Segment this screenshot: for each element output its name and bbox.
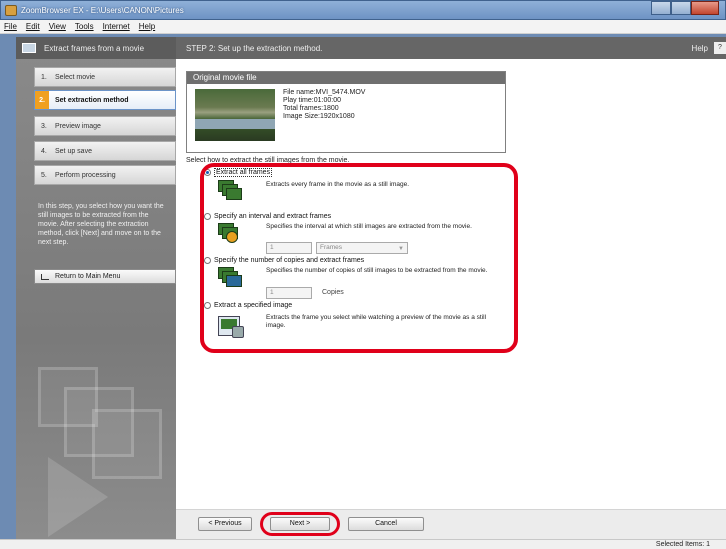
- step-preview-image[interactable]: 3. Preview image: [34, 116, 176, 136]
- main-content: STEP 2: Set up the extraction method. He…: [176, 37, 726, 539]
- step-label: Preview image: [55, 122, 101, 130]
- step-number: 3.: [41, 122, 47, 130]
- menu-help[interactable]: Help: [139, 22, 155, 31]
- return-to-main-menu-button[interactable]: Return to Main Menu: [34, 269, 176, 284]
- movie-image-size: Image Size:1920x1080: [283, 113, 355, 120]
- selected-items-status: Selected Items: 1: [655, 541, 710, 548]
- step-header: STEP 2: Set up the extraction method. He…: [176, 37, 726, 59]
- return-arrow-icon: [41, 273, 49, 280]
- menu-tools[interactable]: Tools: [75, 22, 94, 31]
- step-title: STEP 2: Set up the extraction method.: [186, 43, 323, 53]
- movie-total-frames: Total frames:1800: [283, 105, 339, 112]
- help-button[interactable]: ?: [714, 42, 726, 54]
- steps-panel: Extract frames from a movie 1. Select mo…: [16, 37, 176, 539]
- steps-header-title: Extract frames from a movie: [44, 43, 145, 53]
- steps-header: Extract frames from a movie: [16, 37, 176, 59]
- previous-button[interactable]: < Previous: [198, 517, 252, 531]
- cancel-button[interactable]: Cancel: [348, 517, 424, 531]
- step-select-movie[interactable]: 1. Select movie: [34, 67, 176, 87]
- movie-file-name: File name:MVI_5474.MOV: [283, 89, 366, 96]
- step-description: In this step, you select how you want th…: [38, 203, 164, 246]
- movie-play-time: Play time:01:00:00: [283, 97, 341, 104]
- step-label: Set extraction method: [55, 96, 129, 104]
- movie-box-title: Original movie file: [187, 72, 505, 84]
- menu-edit[interactable]: Edit: [26, 22, 40, 31]
- step-label: Select movie: [55, 73, 96, 81]
- step-perform-processing[interactable]: 5. Perform processing: [34, 165, 176, 185]
- step-number: 4.: [41, 147, 47, 155]
- decorative-arrow: [48, 457, 108, 537]
- movie-thumbnail: [195, 89, 275, 141]
- step-number: 5.: [41, 171, 47, 179]
- maximize-button[interactable]: [671, 1, 691, 15]
- step-set-extraction-method[interactable]: 2. Set extraction method: [34, 90, 176, 110]
- step-label: Perform processing: [55, 171, 116, 179]
- return-button-label: Return to Main Menu: [55, 273, 121, 280]
- original-movie-box: Original movie file File name:MVI_5474.M…: [186, 71, 506, 153]
- step-label: Set up save: [55, 147, 92, 155]
- menu-file[interactable]: File: [4, 22, 17, 31]
- step-set-up-save[interactable]: 4. Set up save: [34, 141, 176, 161]
- minimize-button[interactable]: [651, 1, 671, 15]
- help-link[interactable]: Help: [692, 44, 708, 53]
- status-bar: Selected Items: 1: [0, 539, 726, 549]
- menu-view[interactable]: View: [49, 22, 66, 31]
- window-controls: [651, 1, 719, 15]
- window-title: ZoomBrowser EX - E:\Users\CANON\Pictures: [21, 6, 184, 15]
- wizard-button-bar: < Previous Next > Cancel: [176, 509, 726, 539]
- menu-internet[interactable]: Internet: [103, 22, 130, 31]
- next-highlight: [260, 512, 340, 536]
- step-number: 2.: [35, 91, 49, 109]
- options-highlight: [200, 163, 518, 353]
- menu-bar: File Edit View Tools Internet Help: [0, 20, 726, 34]
- step-number: 1.: [41, 73, 47, 81]
- close-button[interactable]: [691, 1, 719, 15]
- movie-frames-icon: [22, 43, 36, 53]
- title-bar: ZoomBrowser EX - E:\Users\CANON\Pictures: [0, 0, 726, 20]
- app-icon: [5, 5, 17, 16]
- movie-info: File name:MVI_5474.MOV Play time:01:00:0…: [283, 89, 365, 121]
